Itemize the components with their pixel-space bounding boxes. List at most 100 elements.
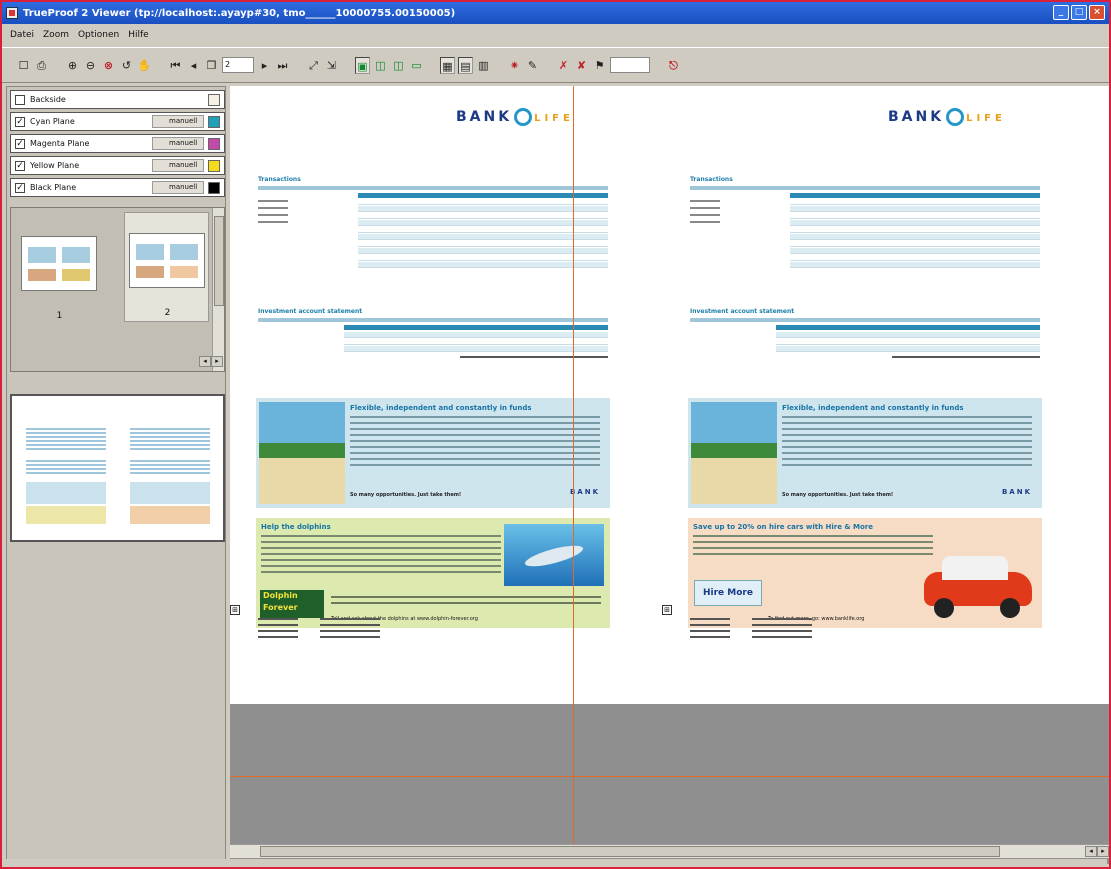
horizontal-scrollbar[interactable]: ◂ ▸	[230, 844, 1109, 858]
next-page-icon[interactable]: ▸	[257, 57, 272, 74]
footer-address	[258, 618, 298, 642]
address-block	[258, 200, 296, 228]
black-checkbox[interactable]: ✓	[15, 182, 25, 193]
zoom-in-icon[interactable]: ⊕	[65, 57, 80, 74]
magenta-swatch	[208, 137, 220, 150]
table-column-header	[358, 193, 608, 198]
hire-more-logo: Hire More	[694, 580, 762, 606]
scroll-left-icon[interactable]: ◂	[1085, 846, 1097, 857]
cyan-swatch	[208, 115, 220, 128]
bank-logo: BANK LIFE	[456, 108, 574, 126]
ad-flexible: Flexible, independent and constantly in …	[688, 398, 1042, 508]
ad-title: Save up to 20% on hire cars with Hire & …	[693, 523, 873, 531]
navigator-preview[interactable]	[10, 394, 225, 542]
scroll-left-icon[interactable]: ◂	[199, 356, 211, 367]
delete-annotation-icon[interactable]: ✘	[574, 57, 589, 74]
thumbnail-page-1[interactable]: 1	[17, 216, 102, 326]
page-marker-icon[interactable]: ⊞	[662, 605, 672, 615]
eyedropper-icon[interactable]: ✎	[525, 57, 540, 74]
thumbnail-image	[129, 233, 205, 288]
page-number-input[interactable]: 2	[222, 57, 254, 73]
document-view[interactable]: BANK LIFE Transactions Investment account…	[230, 86, 1109, 864]
open-icon[interactable]: ☐	[16, 57, 31, 74]
page-thumbnails: 1 2 ◂ ▸	[10, 207, 225, 372]
ad-hire-and-more: Save up to 20% on hire cars with Hire & …	[688, 518, 1042, 628]
plane-mode-dropdown[interactable]: manuell	[152, 181, 204, 194]
single-page-view-icon[interactable]: ▣	[355, 56, 370, 74]
thumbnail-number: 1	[56, 311, 63, 321]
plane-row-magenta[interactable]: ✓ Magenta Plane manuell	[10, 134, 225, 153]
cyan-checkbox[interactable]: ✓	[15, 116, 25, 127]
exit-icon[interactable]: ⎋	[666, 57, 681, 74]
zoom-out-icon[interactable]: ⊖	[83, 57, 98, 74]
scrollbar-thumb[interactable]	[214, 216, 224, 306]
measure-icon[interactable]: ⤢	[306, 57, 321, 74]
title-bar: TrueProof 2 Viewer (tp://localhost:.ayay…	[2, 2, 1109, 24]
yellow-checkbox[interactable]: ✓	[15, 160, 25, 171]
close-button[interactable]: ×	[1089, 5, 1105, 20]
plane-row-black[interactable]: ✓ Black Plane manuell	[10, 178, 225, 197]
zoom-fit-icon[interactable]: ⊗	[101, 57, 116, 74]
ad-flexible: Flexible, independent and constantly in …	[256, 398, 610, 508]
previous-page-icon[interactable]: ◂	[186, 57, 201, 74]
print-icon[interactable]: ⎙	[34, 57, 49, 74]
thumbnail-page-2[interactable]: 2	[124, 212, 209, 322]
vertical-guide[interactable]	[573, 86, 574, 844]
minimize-button[interactable]: _	[1053, 5, 1069, 20]
plane-name: Black Plane	[30, 183, 77, 192]
magenta-checkbox[interactable]: ✓	[15, 138, 25, 149]
scrollbar-thumb[interactable]	[260, 846, 1000, 857]
scroll-right-icon[interactable]: ▸	[1097, 846, 1109, 857]
plane-row-cyan[interactable]: ✓ Cyan Plane manuell	[10, 112, 225, 131]
densitometer-icon[interactable]: ⇲	[324, 57, 339, 74]
horizontal-guide[interactable]	[230, 776, 1109, 777]
maximize-button[interactable]: □	[1071, 5, 1087, 20]
yellow-swatch	[208, 159, 220, 172]
menu-zoom[interactable]: Zoom	[43, 30, 69, 40]
bank-logo: BANK LIFE	[888, 108, 1006, 126]
plane-row-backside[interactable]: Backside	[10, 90, 225, 109]
app-window: TrueProof 2 Viewer (tp://localhost:.ayay…	[0, 0, 1111, 869]
menu-bar: Datei Zoom Optionen Hilfe	[2, 26, 149, 43]
table-header-bar	[258, 186, 608, 190]
plane-row-yellow[interactable]: ✓ Yellow Plane manuell	[10, 156, 225, 175]
pan-icon[interactable]: ✋	[137, 57, 152, 74]
menu-optionen[interactable]: Optionen	[78, 30, 119, 40]
window-controls: _ □ ×	[1053, 5, 1105, 20]
last-page-icon[interactable]: ⏭	[275, 57, 290, 74]
dolphin-image	[504, 524, 604, 586]
spread-view-icon[interactable]: ◫	[391, 57, 406, 74]
plane-mode-dropdown[interactable]: manuell	[152, 137, 204, 150]
dolphin-forever-logo: Dolphin Forever	[260, 590, 324, 618]
section-investment: Investment account statement	[690, 308, 795, 315]
backside-swatch	[208, 93, 220, 106]
plane-mode-dropdown[interactable]: manuell	[152, 115, 204, 128]
ad-title: Help the dolphins	[261, 523, 331, 531]
two-page-view-icon[interactable]: ◫	[373, 57, 388, 74]
separation-view-icon[interactable]: ▦	[440, 56, 455, 74]
page-marker-icon[interactable]: ⊞	[230, 605, 240, 615]
overprint-view-icon[interactable]: ▥	[476, 57, 491, 74]
plane-mode-dropdown[interactable]: manuell	[152, 159, 204, 172]
annotation-icon[interactable]: ✗	[556, 57, 571, 74]
ad-title: Flexible, independent and constantly in …	[350, 404, 532, 412]
logo-circle-icon	[946, 108, 965, 126]
stamp-icon[interactable]: ⚑	[592, 57, 607, 74]
menu-datei[interactable]: Datei	[10, 30, 34, 40]
composite-view-icon[interactable]: ▤	[458, 56, 473, 74]
color-picker-icon[interactable]: ✷	[507, 57, 522, 74]
section-investment: Investment account statement	[258, 308, 363, 315]
value-field[interactable]	[610, 57, 650, 73]
first-page-icon[interactable]: ⏮	[168, 57, 183, 74]
backside-checkbox[interactable]	[15, 94, 25, 105]
continuous-view-icon[interactable]: ▭	[409, 57, 424, 74]
scroll-right-icon[interactable]: ▸	[211, 356, 223, 367]
app-icon	[6, 7, 18, 19]
total-line	[460, 356, 608, 358]
rotate-icon[interactable]: ↺	[119, 57, 134, 74]
thumbnail-number: 2	[164, 308, 171, 318]
ad-tagline: So many opportunities. Just take them!	[782, 492, 894, 498]
menu-hilfe[interactable]: Hilfe	[128, 30, 148, 40]
thumbnails-scrollbar[interactable]	[212, 208, 224, 371]
plane-name: Backside	[30, 95, 66, 104]
